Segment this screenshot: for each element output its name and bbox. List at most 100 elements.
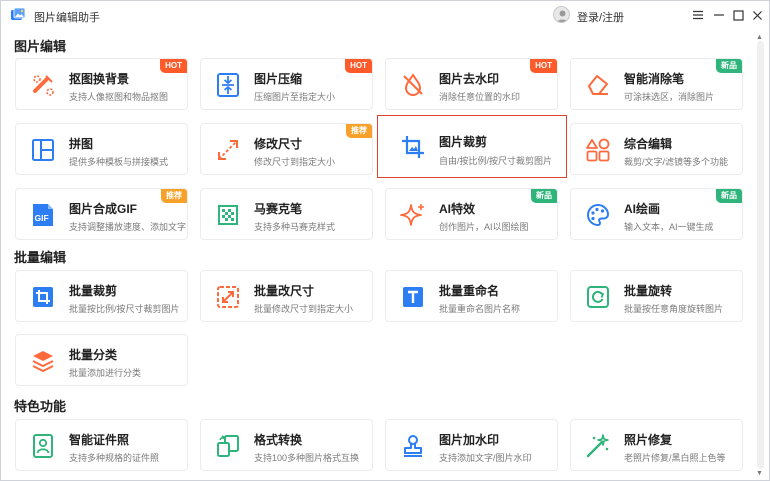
tool-desc: 支持人像抠图和物品抠图 [69, 92, 169, 102]
tool-card-format[interactable]: 格式转换 支持100多种图片格式互换 [200, 419, 373, 471]
title-bar: 图片编辑助手 登录/注册 [1, 1, 769, 29]
tool-card-batch-classify[interactable]: 批量分类 批量添加进行分类 [15, 334, 188, 386]
tool-name: 智能证件照 [69, 433, 130, 447]
stamp-icon [404, 435, 422, 457]
tool-desc: 支持多种马赛克样式 [254, 222, 336, 232]
hot-badge: HOT [345, 59, 372, 73]
mosaic-icon [218, 205, 238, 225]
tool-card-restore[interactable]: 照片修复 老照片修复/黑白照上色等 [570, 419, 743, 471]
text-icon [403, 287, 423, 307]
tool-desc: 批量重命名图片名称 [439, 304, 521, 314]
tool-name: 批量分类 [69, 348, 118, 362]
magic-wand-icon [586, 434, 609, 458]
tool-card-batch-rename[interactable]: 批量重命名 批量重命名图片名称 [385, 270, 558, 322]
tool-desc: 批量添加进行分类 [69, 368, 142, 378]
tool-name: 图片加水印 [439, 433, 500, 447]
svg-text:GIF: GIF [35, 213, 49, 223]
tool-card-combo[interactable]: 综合编辑 裁剪/文字/滤镜等多个功能 [570, 123, 743, 175]
rotate-icon [587, 286, 609, 308]
crop-icon [402, 136, 424, 158]
tool-desc: 可涂抹选区，消除图片 [624, 92, 715, 102]
tool-card-resize[interactable]: 修改尺寸 修改尺寸到指定大小 推荐 [200, 123, 373, 175]
tool-desc: 批量按比例/按尺寸裁剪图片 [69, 304, 180, 314]
tool-card-batch-rotate[interactable]: 批量旋转 批量按任意角度旋转图片 [570, 270, 743, 322]
new-badge: 新品 [716, 189, 742, 203]
tool-desc: 支持调整播放速度、添加文字 [69, 222, 187, 232]
tool-name: AI绘画 [624, 202, 661, 216]
tool-desc: 修改尺寸到指定大小 [254, 157, 336, 167]
user-avatar[interactable] [553, 6, 570, 23]
tool-card-watermark-add[interactable]: 图片加水印 支持添加文字/图片水印 [385, 419, 558, 471]
hot-badge: HOT [160, 59, 187, 73]
tool-card-crop[interactable]: 图片裁剪 自由/按比例/按尺寸裁剪图片 [377, 115, 567, 178]
new-badge: 新品 [716, 59, 742, 73]
vertical-scrollbar[interactable] [757, 41, 764, 469]
batch-crop-icon [33, 287, 53, 307]
recommended-badge: 推荐 [161, 189, 187, 203]
tool-name: 批量裁剪 [69, 284, 118, 298]
tool-card-eraser[interactable]: 智能消除笔 可涂抹选区，消除图片 新品 [570, 58, 743, 110]
collage-icon [32, 139, 54, 161]
gif-icon: GIF [33, 204, 53, 226]
tool-name: 照片修复 [624, 433, 673, 447]
tool-card-ai-effect[interactable]: AI特效 创作图片，AI以图绘图 新品 [385, 188, 558, 240]
tool-card-ai-paint[interactable]: AI绘画 输入文本，AI一键生成 新品 [570, 188, 743, 240]
scroll-up-arrow-icon[interactable]: ▲ [756, 34, 763, 41]
minimize-button[interactable] [711, 7, 727, 23]
tool-card-collage[interactable]: 拼图 提供多种模板与拼接模式 [15, 123, 188, 175]
tool-name: 综合编辑 [624, 137, 673, 151]
hamburger-icon [693, 10, 703, 20]
tool-desc: 压缩图片至指定大小 [254, 92, 336, 102]
hot-badge: HOT [530, 59, 557, 73]
tool-name: 智能消除笔 [624, 72, 685, 86]
tool-desc: 裁剪/文字/滤镜等多个功能 [624, 157, 729, 167]
tool-name: AI特效 [439, 202, 476, 216]
tool-desc: 消除任意位置的水印 [439, 92, 521, 102]
tool-card-gif[interactable]: GIF 图片合成GIF 支持调整播放速度、添加文字 推荐 [15, 188, 188, 240]
maximize-icon [732, 9, 744, 21]
minimize-icon [714, 14, 724, 16]
tool-name: 修改尺寸 [254, 137, 303, 151]
layers-icon [32, 351, 54, 372]
convert-icon [217, 435, 239, 457]
tool-name: 拼图 [69, 137, 94, 151]
tool-name: 图片压缩 [254, 72, 303, 86]
login-register-link[interactable]: 登录/注册 [577, 9, 624, 25]
cutout-icon [33, 75, 54, 96]
scroll-down-arrow-icon[interactable]: ▼ [756, 470, 763, 477]
maximize-button[interactable] [730, 7, 746, 23]
tool-card-batch-crop[interactable]: 批量裁剪 批量按比例/按尺寸裁剪图片 [15, 270, 188, 322]
shapes-icon [586, 138, 610, 162]
user-icon [556, 10, 569, 22]
app-title: 图片编辑助手 [34, 12, 100, 24]
palette-icon [587, 203, 610, 227]
app-logo-icon [11, 7, 26, 20]
tool-name: 批量改尺寸 [254, 284, 315, 298]
tool-card-compress[interactable]: 图片压缩 压缩图片至指定大小 HOT [200, 58, 373, 110]
tool-desc: 提供多种模板与拼接模式 [69, 157, 169, 167]
tool-card-watermark-remove[interactable]: 图片去水印 消除任意位置的水印 HOT [385, 58, 558, 110]
recommended-badge: 推荐 [346, 124, 372, 138]
close-button[interactable] [749, 7, 765, 23]
section-title-feature: 特色功能 [14, 399, 67, 414]
tool-desc: 自由/按比例/按尺寸裁剪图片 [439, 156, 553, 166]
tool-desc: 支持添加文字/图片水印 [439, 453, 532, 463]
tool-card-id-photo[interactable]: 智能证件照 支持多种规格的证件照 [15, 419, 188, 471]
tool-card-cutout[interactable]: 抠图换背景 支持人像抠图和物品抠图 HOT [15, 58, 188, 110]
tool-name: 图片裁剪 [439, 135, 488, 149]
sparkle-icon [400, 204, 424, 226]
tool-desc: 批量修改尺寸到指定大小 [254, 304, 354, 314]
tool-desc: 支持多种规格的证件照 [69, 453, 160, 463]
tool-card-mosaic[interactable]: 马赛克笔 支持多种马赛克样式 [200, 188, 373, 240]
tool-desc: 支持100多种图片格式互换 [254, 453, 360, 463]
tool-desc: 老照片修复/黑白照上色等 [624, 453, 726, 463]
tool-card-batch-resize[interactable]: 批量改尺寸 批量修改尺寸到指定大小 [200, 270, 373, 322]
tool-desc: 创作图片，AI以图绘图 [439, 222, 529, 232]
watermark-remove-icon [403, 73, 423, 96]
batch-resize-icon [217, 286, 239, 308]
section-title-batch: 批量编辑 [14, 250, 67, 265]
section-title-edit: 图片编辑 [14, 39, 67, 54]
tool-name: 图片去水印 [439, 72, 500, 86]
menu-button[interactable] [690, 7, 706, 23]
tool-name: 格式转换 [254, 433, 303, 447]
